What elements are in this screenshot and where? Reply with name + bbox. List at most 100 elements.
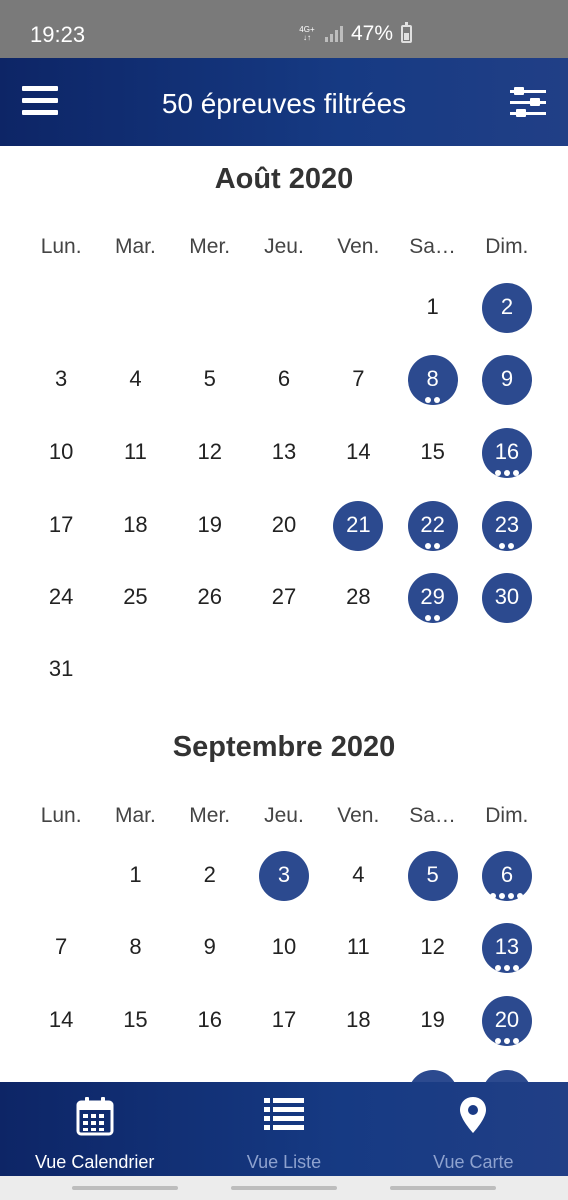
nav-map-view[interactable]: Vue Carte	[379, 1082, 568, 1176]
week-row: 14 15 16 17 18 19 20	[24, 996, 544, 1046]
event-dot	[434, 543, 441, 549]
day-cell[interactable]: 5	[185, 355, 235, 405]
day-cell-with-events[interactable]: 29	[407, 573, 458, 623]
day-number: 1	[129, 862, 142, 887]
day-cell[interactable]: 27	[259, 573, 309, 623]
day-number: 1	[426, 294, 439, 319]
map-pin-icon	[460, 1097, 487, 1133]
day-cell[interactable]: 24	[36, 573, 86, 623]
day-number: 7	[55, 934, 68, 959]
event-dot	[499, 893, 506, 899]
day-cell[interactable]: 17	[36, 501, 86, 551]
signal-icon	[324, 26, 343, 42]
day-number: 14	[48, 1007, 74, 1032]
weekday-label: Jeu.	[264, 804, 304, 827]
week-row: 10 11 12 13 14 15 16	[24, 428, 544, 478]
day-number: 12	[420, 934, 445, 959]
day-cell[interactable]: 6	[259, 355, 309, 405]
nav-calendar-view[interactable]: Vue Calendrier	[0, 1082, 189, 1176]
day-number: 27	[271, 584, 297, 609]
day-cell[interactable]: 18	[110, 501, 160, 551]
event-dot	[512, 470, 519, 476]
network-indicator: 4G+ ↓↑	[299, 25, 315, 42]
day-cell[interactable]: 13	[259, 428, 309, 478]
event-dot	[494, 965, 501, 971]
day-cell[interactable]: 12	[185, 428, 235, 478]
day-cell-with-events[interactable]: 9	[481, 355, 532, 405]
event-count-dots	[482, 1038, 532, 1044]
day-cell[interactable]: 16	[185, 996, 235, 1046]
day-cell[interactable]: 20	[259, 501, 309, 551]
day-cell[interactable]: 4	[110, 355, 160, 405]
day-cell[interactable]: 10	[36, 428, 86, 478]
day-number: 11	[124, 439, 147, 464]
day-cell[interactable]: 7	[36, 923, 86, 973]
day-cell-with-events[interactable]: 21	[333, 501, 384, 551]
day-cell-with-events[interactable]: 20	[481, 996, 532, 1046]
event-dot	[517, 893, 524, 899]
day-cell[interactable]: 17	[259, 996, 309, 1046]
day-number: 9	[500, 366, 514, 391]
day-cell-with-events[interactable]: 30	[481, 573, 532, 623]
day-cell[interactable]: 11	[333, 923, 383, 973]
day-cell[interactable]: 28	[333, 573, 383, 623]
day-number: 8	[426, 366, 439, 391]
week-row: 12	[24, 283, 544, 333]
status-time: 19:23	[30, 22, 86, 47]
day-cell[interactable]: 3	[36, 355, 86, 405]
day-number: 23	[494, 512, 520, 537]
day-cell-with-events[interactable]: 13	[481, 923, 532, 973]
event-dot	[503, 965, 510, 971]
day-cell-with-events[interactable]: 3	[259, 851, 310, 901]
day-number: 22	[420, 512, 445, 537]
day-cell[interactable]: 31	[36, 645, 86, 695]
weekday-label: Lun.	[40, 235, 82, 258]
event-dot	[494, 1038, 501, 1044]
week-row: 24 25 26 27 28 29 30	[24, 573, 544, 623]
day-cell[interactable]: 4	[333, 851, 383, 901]
day-number: 17	[48, 512, 74, 537]
day-cell[interactable]: 26	[185, 573, 235, 623]
nav-calendar-label: Vue Calendrier	[34, 1152, 155, 1172]
day-cell-with-events[interactable]: 6	[481, 851, 532, 901]
day-number: 19	[420, 1007, 445, 1032]
filter-sliders-icon[interactable]	[510, 86, 546, 120]
day-cell[interactable]: 15	[110, 996, 160, 1046]
day-cell[interactable]: 2	[185, 851, 235, 901]
weekday-header-row: Lun. Mar. Mer. Jeu. Ven. Sa… Dim.	[24, 804, 544, 828]
week-row: 7 8 9 10 11 12 13	[24, 923, 544, 973]
day-number: 2	[500, 294, 514, 319]
day-cell[interactable]: 18	[333, 996, 383, 1046]
day-cell-with-events[interactable]: 5	[407, 851, 458, 901]
day-number: 16	[494, 439, 520, 464]
day-cell[interactable]: 10	[259, 923, 309, 973]
event-dot	[425, 543, 432, 549]
day-cell[interactable]: 14	[333, 428, 383, 478]
day-cell[interactable]: 7	[333, 355, 383, 405]
day-cell-with-events[interactable]: 23	[481, 501, 532, 551]
day-cell[interactable]: 9	[185, 923, 235, 973]
day-cell[interactable]: 25	[110, 573, 160, 623]
day-cell-with-events[interactable]: 8	[407, 355, 458, 405]
day-number: 12	[197, 439, 222, 464]
weekday-label: Dim.	[485, 804, 529, 827]
day-cell[interactable]: 14	[36, 996, 86, 1046]
day-number: 21	[346, 512, 371, 537]
nav-list-view[interactable]: Vue Liste	[189, 1082, 378, 1176]
week-row: 3 4 5 6 7 8 9	[24, 355, 544, 405]
day-cell[interactable]: 8	[110, 923, 160, 973]
day-cell-with-events[interactable]: 2	[481, 283, 532, 333]
day-cell-with-events[interactable]: 16	[481, 428, 532, 478]
day-cell-with-events[interactable]: 22	[407, 501, 458, 551]
event-count-dots	[482, 543, 532, 549]
day-cell[interactable]: 1	[408, 283, 458, 333]
day-cell[interactable]: 11	[110, 428, 160, 478]
day-number: 24	[48, 584, 74, 609]
calendar-icon	[76, 1097, 114, 1136]
day-cell[interactable]: 19	[185, 501, 235, 551]
day-number: 14	[346, 439, 371, 464]
day-cell[interactable]: 1	[110, 851, 160, 901]
day-cell[interactable]: 12	[408, 923, 458, 973]
day-cell[interactable]: 15	[408, 428, 458, 478]
day-cell[interactable]: 19	[408, 996, 458, 1046]
